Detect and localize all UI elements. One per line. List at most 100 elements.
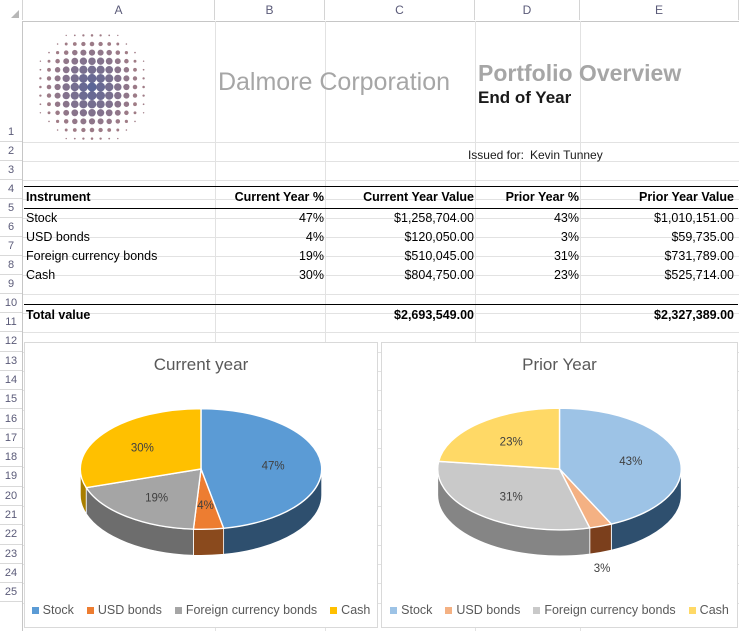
pie-plot-area: 47% 4% 19% 30% bbox=[25, 377, 377, 577]
cell-instrument: Stock bbox=[26, 211, 58, 225]
legend-item[interactable]: Stock bbox=[31, 603, 74, 617]
legend-label: USD bonds bbox=[456, 603, 521, 617]
cell-instrument: Foreign currency bonds bbox=[26, 249, 158, 263]
select-all-button[interactable] bbox=[0, 0, 23, 20]
legend-swatch-icon bbox=[390, 606, 398, 614]
chart-legend: Stock USD bonds Foreign currency bonds Cash bbox=[382, 603, 737, 617]
chart-prior-year[interactable]: Prior Year 43% 3% 31% 23% Stock USD bonds For… bbox=[381, 342, 738, 628]
grid-line-h bbox=[23, 180, 739, 181]
row-header-7[interactable]: 7 bbox=[0, 237, 22, 256]
portfolio-table: Instrument Current Year % Current Year V… bbox=[24, 186, 738, 326]
table-total-row[interactable]: Total value $2,693,549.00 $2,327,389.00 bbox=[24, 304, 738, 326]
row-header-1[interactable]: 1 bbox=[0, 21, 22, 142]
legend-swatch-icon bbox=[86, 606, 94, 614]
legend-item[interactable]: Foreign currency bonds bbox=[174, 603, 318, 617]
row-header-11[interactable]: 11 bbox=[0, 313, 22, 333]
legend-label: Foreign currency bonds bbox=[544, 603, 676, 617]
legend-item[interactable]: USD bonds bbox=[86, 603, 162, 617]
table-row[interactable]: Stock 47% $1,258,704.00 43% $1,010,151.0… bbox=[24, 209, 738, 228]
cell-current-pct: 19% bbox=[298, 249, 324, 263]
row-header-8[interactable]: 8 bbox=[0, 256, 22, 275]
page-title: Portfolio Overview bbox=[478, 60, 682, 86]
grid-line-h bbox=[23, 161, 739, 162]
legend-label: Stock bbox=[401, 603, 433, 617]
column-header-B[interactable]: B bbox=[215, 0, 325, 20]
legend-swatch-icon bbox=[330, 606, 338, 614]
legend-label: Cash bbox=[341, 603, 371, 617]
pie-data-label: 30% bbox=[131, 443, 154, 455]
table-row[interactable]: USD bonds 4% $120,050.00 3% $59,735.00 bbox=[24, 228, 738, 247]
row-header-13[interactable]: 13 bbox=[0, 352, 22, 371]
row-header-2[interactable]: 2 bbox=[0, 142, 22, 161]
cell-prior-pct: 23% bbox=[553, 268, 579, 282]
row-header-23[interactable]: 23 bbox=[0, 545, 22, 564]
row-header-15[interactable]: 15 bbox=[0, 390, 22, 410]
legend-item[interactable]: Cash bbox=[330, 603, 370, 617]
table-row[interactable]: Cash 30% $804,750.00 23% $525,714.00 bbox=[24, 266, 738, 285]
row-header-22[interactable]: 22 bbox=[0, 525, 22, 545]
chart-current-year[interactable]: Current year 47% 4% 19% 30% Stock USD bonds F… bbox=[24, 342, 378, 628]
chart-title: Current year bbox=[153, 355, 249, 374]
cell-instrument: Cash bbox=[26, 268, 56, 282]
cell-prior-pct: 31% bbox=[553, 249, 579, 263]
row-header-5[interactable]: 5 bbox=[0, 199, 22, 218]
row-header-20[interactable]: 20 bbox=[0, 487, 22, 506]
row-header-19[interactable]: 19 bbox=[0, 467, 22, 487]
legend-label: USD bonds bbox=[97, 603, 162, 617]
chart-title: Prior Year bbox=[522, 355, 597, 374]
legend-swatch-icon bbox=[533, 606, 541, 614]
row-header-6[interactable]: 6 bbox=[0, 218, 22, 237]
cell-current-value: $804,750.00 bbox=[404, 268, 474, 282]
cell-current-value: $120,050.00 bbox=[404, 230, 474, 244]
col-header-prior-year-pct: Prior Year % bbox=[505, 190, 579, 204]
cell-instrument: USD bonds bbox=[26, 230, 90, 244]
column-header-A[interactable]: A bbox=[23, 0, 215, 20]
pie-plot-area: 43% 3% 31% 23% bbox=[382, 377, 737, 577]
column-header-row: A B C D E bbox=[0, 0, 739, 22]
col-header-instrument: Instrument bbox=[26, 190, 91, 204]
column-header-D[interactable]: D bbox=[475, 0, 580, 20]
row-header-4[interactable]: 4 bbox=[0, 180, 22, 199]
cell-prior-value: $1,010,151.00 bbox=[654, 211, 734, 225]
pie-data-label: 47% bbox=[262, 461, 285, 473]
column-header-C[interactable]: C bbox=[325, 0, 475, 20]
legend-label: Cash bbox=[699, 603, 729, 617]
legend-swatch-icon bbox=[174, 606, 182, 614]
column-header-E[interactable]: E bbox=[580, 0, 739, 20]
legend-item[interactable]: Foreign currency bonds bbox=[533, 603, 676, 617]
dalmore-dot-logo-icon bbox=[32, 28, 152, 146]
legend-item[interactable]: Cash bbox=[688, 603, 729, 617]
pie-data-label: 43% bbox=[619, 456, 642, 468]
row-header-12[interactable]: 12 bbox=[0, 332, 22, 352]
table-row[interactable]: Foreign currency bonds 19% $510,045.00 3… bbox=[24, 247, 738, 266]
select-all-triangle-icon bbox=[11, 10, 19, 18]
cell-prior-pct: 43% bbox=[553, 211, 579, 225]
cell-total-label: Total value bbox=[26, 308, 91, 322]
row-header-16[interactable]: 16 bbox=[0, 410, 22, 429]
cell-current-pct: 4% bbox=[305, 230, 324, 244]
page-subtitle: End of Year bbox=[478, 88, 572, 107]
row-header-21[interactable]: 21 bbox=[0, 506, 22, 526]
issued-for-value: Kevin Tunney bbox=[530, 148, 603, 162]
row-header-24[interactable]: 24 bbox=[0, 564, 22, 584]
row-header-14[interactable]: 14 bbox=[0, 371, 22, 391]
chart-legend: Stock USD bonds Foreign currency bonds Cash bbox=[25, 603, 377, 617]
legend-label: Foreign currency bonds bbox=[185, 603, 318, 617]
col-header-current-year-pct: Current Year % bbox=[234, 190, 324, 204]
row-header-17[interactable]: 17 bbox=[0, 429, 22, 449]
table-header-row: Instrument Current Year % Current Year V… bbox=[24, 186, 738, 209]
row-header-9[interactable]: 9 bbox=[0, 275, 22, 294]
row-header-column: 1 2 3 4 5 6 7 8 9 10 11 12 13 14 15 16 17 18 19 20 21 22 23 24 2… bbox=[0, 21, 23, 631]
row-header-25[interactable]: 25 bbox=[0, 583, 22, 603]
grid-line-h bbox=[23, 332, 739, 334]
legend-item[interactable]: Stock bbox=[390, 603, 432, 617]
legend-item[interactable]: USD bonds bbox=[445, 603, 520, 617]
legend-swatch-icon bbox=[688, 606, 696, 614]
row-header-10[interactable]: 10 bbox=[0, 294, 22, 313]
row-header-18[interactable]: 18 bbox=[0, 448, 22, 468]
pie-data-label: 4% bbox=[197, 500, 214, 512]
issued-for-label: Issued for: bbox=[467, 148, 524, 162]
row-header-3[interactable]: 3 bbox=[0, 161, 22, 180]
cell-prior-pct: 3% bbox=[560, 230, 579, 244]
col-header-current-year-value: Current Year Value bbox=[363, 190, 474, 204]
